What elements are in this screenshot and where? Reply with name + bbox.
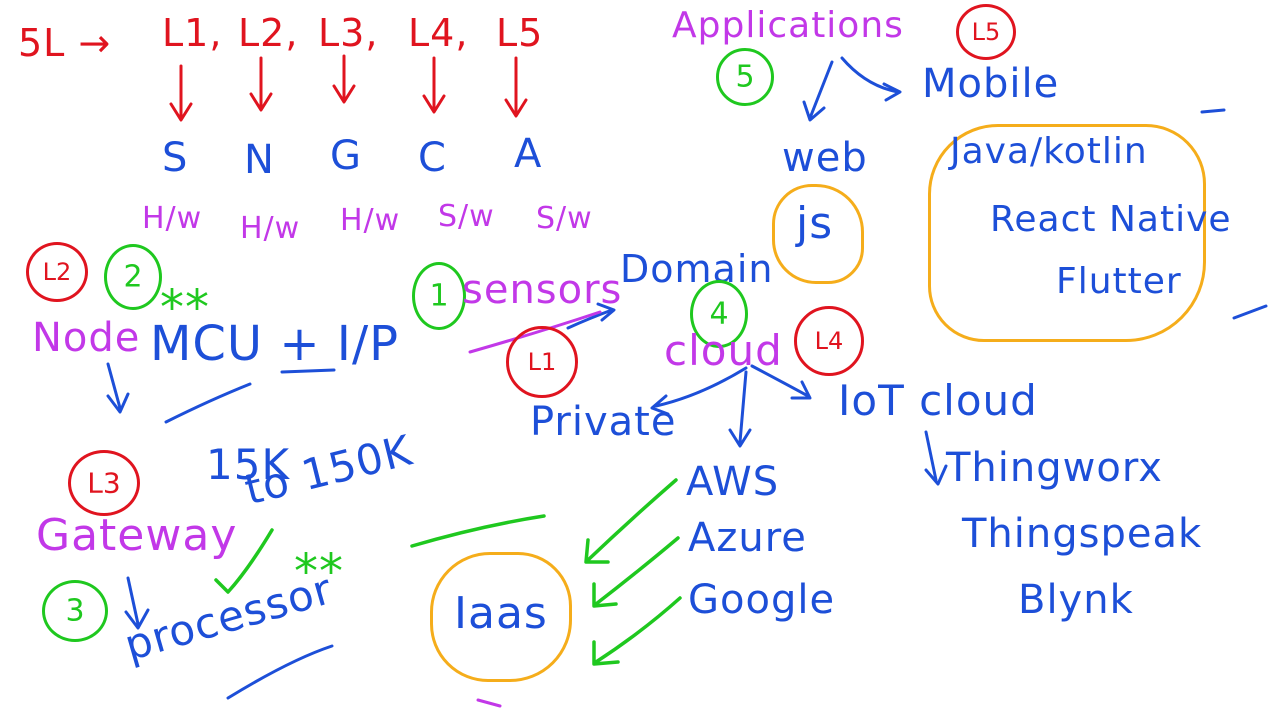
node-badge-layer-text: L2 bbox=[42, 258, 72, 286]
iaas-label: Iaas bbox=[454, 588, 548, 639]
layer-letter-s: S bbox=[162, 135, 189, 181]
arrow-l3-g bbox=[332, 54, 356, 104]
application-badge-number-text: 5 bbox=[735, 59, 755, 95]
application-badge-layer: L5 bbox=[956, 4, 1016, 60]
arrow-l4-c bbox=[422, 56, 446, 114]
gateway-label: Gateway bbox=[36, 510, 238, 561]
gateway-badge-number: 3 bbox=[42, 580, 108, 642]
iot-platform-thingworx: Thingworx bbox=[946, 445, 1163, 491]
layer-kind-2: H/w bbox=[240, 211, 301, 246]
layer-letter-a: A bbox=[514, 131, 543, 177]
sensors-badge-number-text: 1 bbox=[429, 278, 449, 314]
mobile-tech-java: Java/kotlin bbox=[950, 131, 1148, 172]
layer-letter-c: C bbox=[418, 135, 447, 181]
application-badge-number: 5 bbox=[716, 48, 774, 106]
private-label: Private bbox=[530, 399, 677, 445]
layer-name-l3: L3, bbox=[318, 11, 379, 55]
gateway-badge-layer-text: L3 bbox=[87, 466, 121, 500]
layer-kind-1: H/w bbox=[142, 201, 203, 236]
node-label: Node bbox=[32, 315, 141, 361]
five-layers-label: 5L → bbox=[18, 21, 112, 65]
cloud-label: cloud bbox=[664, 326, 783, 375]
processor-stars: ** bbox=[294, 544, 344, 600]
arrow-app-web bbox=[802, 60, 834, 122]
dash-right-top bbox=[1200, 108, 1226, 114]
layer-kind-3: H/w bbox=[340, 203, 401, 238]
web-label: web bbox=[782, 135, 868, 181]
layer-kind-4: S/w bbox=[438, 199, 495, 234]
arrow-l5-a bbox=[504, 56, 528, 118]
whiteboard: 5L → L1, L2, L3, L4, L5 S N G C A H/w H/… bbox=[0, 0, 1280, 720]
sensors-badge-layer: L1 bbox=[506, 326, 578, 398]
provider-google: Google bbox=[688, 577, 836, 623]
node-badge-layer: L2 bbox=[26, 242, 88, 302]
line-green bbox=[410, 514, 546, 548]
domain-label: Domain bbox=[620, 247, 774, 291]
dash-right-mid bbox=[1232, 304, 1268, 320]
mobile-label: Mobile bbox=[922, 61, 1060, 107]
node-badge-number: 2 bbox=[104, 244, 162, 310]
layer-name-l1: L1, bbox=[162, 11, 223, 55]
provider-azure: Azure bbox=[688, 515, 807, 561]
layer-kind-5: S/w bbox=[536, 201, 593, 236]
iot-platform-blynk: Blynk bbox=[1018, 577, 1134, 623]
layer-name-l2: L2, bbox=[238, 11, 299, 55]
arrow-l1-s bbox=[169, 64, 193, 122]
mobile-tech-flutter: Flutter bbox=[1056, 261, 1182, 302]
js-label: js bbox=[796, 198, 834, 249]
node-detail: MCU + I/P bbox=[150, 316, 400, 372]
cloud-badge-layer-text: L4 bbox=[814, 327, 844, 355]
application-badge-layer-text: L5 bbox=[971, 18, 1001, 46]
dash-iaas bbox=[476, 698, 502, 708]
layer-name-l4: L4, bbox=[408, 11, 469, 55]
iot-platform-thingspeak: Thingspeak bbox=[962, 511, 1203, 557]
gateway-badge-number-text: 3 bbox=[65, 593, 85, 629]
provider-aws: AWS bbox=[686, 459, 780, 505]
layer-letter-g: G bbox=[330, 133, 362, 179]
underline-mcu bbox=[164, 382, 252, 424]
arrow-google-iaas bbox=[592, 596, 682, 666]
sensors-label: sensors bbox=[462, 267, 623, 313]
mobile-tech-react: React Native bbox=[990, 199, 1232, 240]
arrow-iot-thingworx bbox=[924, 430, 948, 486]
layer-name-l5: L5 bbox=[496, 11, 544, 55]
arrow-node-mcu bbox=[106, 362, 130, 414]
node-badge-number-text: 2 bbox=[123, 259, 143, 295]
arrow-azure-iaas bbox=[592, 536, 680, 608]
cloud-badge-layer: L4 bbox=[794, 306, 864, 376]
layer-letter-n: N bbox=[244, 137, 275, 183]
sensors-badge-layer-text: L1 bbox=[527, 348, 557, 376]
iot-cloud-label: IoT cloud bbox=[838, 376, 1038, 425]
gateway-badge-layer: L3 bbox=[68, 450, 140, 516]
sensors-badge-number: 1 bbox=[412, 262, 466, 330]
arrow-app-mobile bbox=[840, 56, 902, 102]
arrow-l2-n bbox=[249, 56, 273, 112]
underline-processor bbox=[226, 644, 334, 700]
arrow-cloud-aws bbox=[728, 370, 752, 448]
applications-label: Applications bbox=[672, 5, 904, 46]
